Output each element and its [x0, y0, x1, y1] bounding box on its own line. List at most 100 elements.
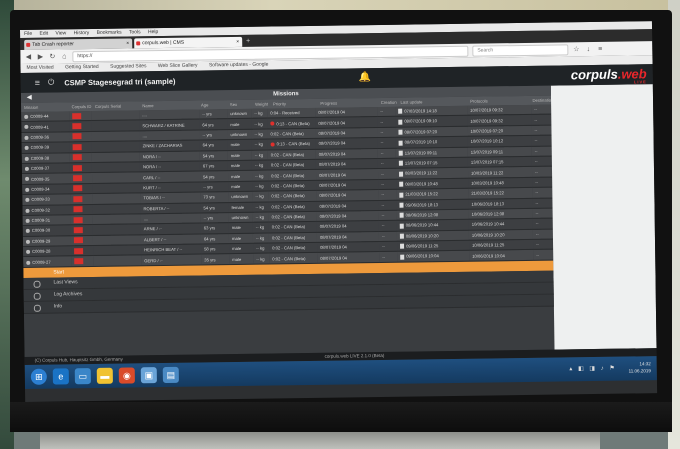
corpuls-device-icon [74, 247, 84, 255]
column-header[interactable]: Progress [317, 98, 378, 108]
serial-cell [92, 172, 141, 184]
bookmark-item[interactable]: Software updates - Google [209, 62, 269, 69]
age-cell: 63 yrs [200, 222, 229, 234]
new-tab-button[interactable]: + [244, 37, 252, 47]
corpuls-device-icon [73, 227, 83, 234]
app-icon[interactable]: ▣ [140, 367, 157, 384]
age-cell: 54 yrs [199, 150, 228, 161]
column-header[interactable]: Name [139, 101, 198, 111]
back-icon[interactable]: ◀ [24, 53, 32, 61]
column-header[interactable]: Protocols [467, 96, 529, 106]
sex-cell: unknown [228, 212, 253, 223]
column-header[interactable]: Mission [21, 102, 69, 112]
status-cell: 0:13 - CAN (Beta) [267, 138, 316, 150]
status-cell: 0:02 - CAN (Beta) [268, 200, 317, 212]
search-input[interactable]: Search [472, 43, 569, 57]
document-icon [399, 171, 404, 177]
menu-view[interactable]: View [55, 30, 66, 36]
arrival-cell: -- [532, 176, 553, 188]
arrival-cell: -- [532, 187, 553, 198]
bookmark-item[interactable]: Getting Started [65, 64, 99, 70]
menu-icon[interactable]: ≡ [596, 45, 604, 52]
folder-icon[interactable]: ▬ [96, 367, 113, 384]
close-icon[interactable]: × [236, 37, 239, 47]
age-cell: 64 yrs [199, 139, 228, 151]
hamburger-menu-icon[interactable]: ≡ [35, 78, 40, 88]
home-icon[interactable]: ⌂ [60, 53, 68, 60]
menu-help[interactable]: Help [148, 29, 158, 35]
mission-id-cell: C0009-32 [22, 204, 71, 216]
menu-tools[interactable]: Tools [129, 29, 141, 35]
reload-icon[interactable]: ↻ [48, 52, 56, 61]
document-icon [400, 244, 405, 250]
column-header[interactable]: Sex [227, 100, 252, 109]
empty-cell: -- [377, 127, 396, 138]
system-clock[interactable]: 14:32 11.06.2019 [628, 360, 651, 374]
column-header[interactable]: Age [198, 100, 227, 109]
bookmark-item[interactable]: Suggested Sites [110, 63, 147, 70]
corpuls-device-icon [74, 258, 84, 265]
device-cell [71, 245, 94, 257]
browser-tab-corpuls[interactable]: corpuls.web | CMS × [134, 36, 243, 49]
collapse-icon[interactable]: ◀ [27, 93, 32, 103]
device-cell [70, 224, 93, 236]
explorer-icon[interactable]: ▭ [74, 368, 91, 385]
tab-label: corpuls.web | CMS [142, 39, 185, 47]
firefox-icon[interactable]: ◉ [118, 367, 135, 384]
sex-cell: male [228, 232, 254, 244]
arrival-cell: -- [533, 249, 554, 261]
age-cell: 54 yrs [200, 202, 229, 213]
device-cell [69, 111, 92, 122]
document-icon [398, 161, 403, 167]
device-cell [70, 172, 93, 184]
bookmark-item[interactable]: Most Visited [26, 65, 53, 71]
column-header[interactable]: Destination [529, 96, 551, 105]
column-header[interactable]: Corpuls Serial [92, 101, 140, 111]
menu-edit[interactable]: Edit [39, 31, 48, 37]
status-dot-icon [24, 156, 29, 161]
power-icon[interactable]: ⏻ [48, 78, 54, 88]
column-header[interactable]: Priority [270, 99, 318, 109]
star-icon[interactable]: ☆ [572, 45, 580, 53]
device-cell [69, 131, 92, 142]
document-icon [398, 140, 403, 146]
monitor-bezel-bottom [10, 402, 672, 432]
menu-bookmarks[interactable]: Bookmarks [97, 30, 122, 36]
status-cell: 0:02 - CAN (Beta) [267, 159, 316, 171]
browser-tab-crash-reporter[interactable]: Tab Crash reporter × [24, 38, 133, 50]
corpuls-device-icon [73, 206, 83, 213]
empty-cell: -- [378, 199, 397, 211]
tab-label: Tab Crash reporter [32, 41, 74, 48]
sex-cell: male [229, 253, 254, 265]
status-dot-icon [25, 239, 30, 244]
app-icon[interactable]: ▤ [162, 366, 179, 384]
bell-icon[interactable]: 🔔 [359, 72, 372, 83]
mission-id-cell: C0009-41 [21, 121, 70, 133]
age-cell: 35 yrs [201, 254, 230, 265]
menu-file[interactable]: File [24, 31, 32, 37]
status-cell: 0:02 - CAN (Beta) [267, 169, 317, 181]
start-icon[interactable]: ⊞ [30, 368, 47, 385]
forward-icon[interactable]: ▶ [36, 53, 44, 61]
age-cell: 67 yrs [199, 160, 228, 172]
favicon-icon [26, 42, 31, 47]
empty-cell: -- [378, 230, 397, 242]
sex-cell: unknown [227, 108, 252, 120]
column-header[interactable]: Last update [397, 97, 467, 107]
weight-cell: -- kg [252, 211, 269, 223]
empty-cell: -- [378, 178, 397, 190]
ie-icon[interactable]: e [52, 368, 69, 385]
column-header[interactable]: Weight [252, 100, 270, 109]
age-cell: 64 yrs [199, 119, 228, 130]
favicon-icon [136, 41, 141, 46]
arrival-cell: -- [532, 239, 554, 250]
close-icon[interactable]: × [126, 38, 129, 48]
tray-icons[interactable]: ▴ ◧ ◨ ♪ ⚑ [569, 365, 616, 373]
circle-icon [33, 292, 41, 300]
bookmark-item[interactable]: Web Slice Gallery [158, 63, 198, 70]
column-header[interactable]: Corpuls ID [68, 102, 92, 111]
column-header[interactable]: Creation [378, 98, 398, 107]
progress-cell: 09/06/2019 10:04 [397, 250, 470, 263]
download-icon[interactable]: ↓ [584, 46, 592, 53]
menu-history[interactable]: History [74, 30, 90, 36]
